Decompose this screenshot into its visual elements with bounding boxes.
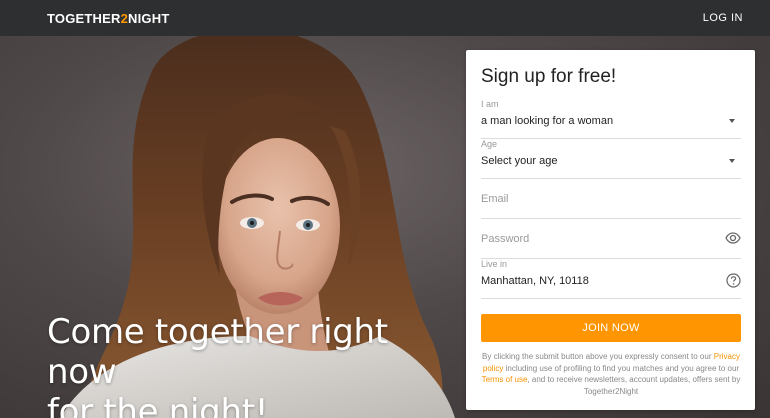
location-field[interactable]: Live in Manhattan, NY, 10118 (481, 259, 741, 299)
hero-headline: Come together right now for the night! (47, 312, 467, 418)
location-label: Live in (481, 259, 508, 269)
chevron-down-icon (729, 119, 735, 123)
hero-headline-line1: Come together right now (47, 312, 388, 392)
logo-text-suffix: NIGHT (128, 10, 170, 26)
email-field[interactable]: Email (481, 179, 741, 219)
signup-title: Sign up for free! (481, 66, 617, 87)
join-now-button[interactable]: JOIN NOW (481, 314, 741, 342)
gender-value: a man looking for a woman (481, 115, 614, 127)
age-value: Select your age (481, 155, 558, 167)
logo-text-number: 2 (120, 10, 129, 26)
signup-form: Sign up for free! I am a man looking for… (466, 50, 755, 410)
brand-logo[interactable]: TOGETHER2NIGHT (47, 11, 169, 26)
question-circle-icon[interactable] (726, 273, 741, 293)
consent-text: By clicking the submit button above you … (481, 351, 741, 397)
top-navbar: TOGETHER2NIGHT LOG IN (0, 0, 770, 36)
logo-text-prefix: TOGETHER (47, 10, 121, 26)
gender-label: I am (481, 99, 499, 109)
chevron-down-icon (729, 159, 735, 163)
age-select[interactable]: Age Select your age (481, 139, 741, 179)
terms-of-use-link[interactable]: Terms of use (482, 375, 528, 384)
hero-headline-line2: for the night! (47, 392, 269, 418)
consent-part-2: including use of profiling to find you m… (505, 363, 740, 373)
eye-icon[interactable] (725, 231, 741, 249)
consent-part-3: , and to receive newsletters, account up… (527, 375, 741, 396)
age-label: Age (481, 139, 498, 149)
gender-select[interactable]: I am a man looking for a woman (481, 99, 741, 139)
login-link[interactable]: LOG IN (703, 12, 743, 24)
email-placeholder: Email (481, 193, 509, 205)
password-field[interactable]: Password (481, 219, 741, 259)
location-value: Manhattan, NY, 10118 (481, 275, 589, 287)
password-placeholder: Password (481, 233, 530, 245)
consent-part-1: By clicking the submit button above you … (482, 352, 712, 361)
